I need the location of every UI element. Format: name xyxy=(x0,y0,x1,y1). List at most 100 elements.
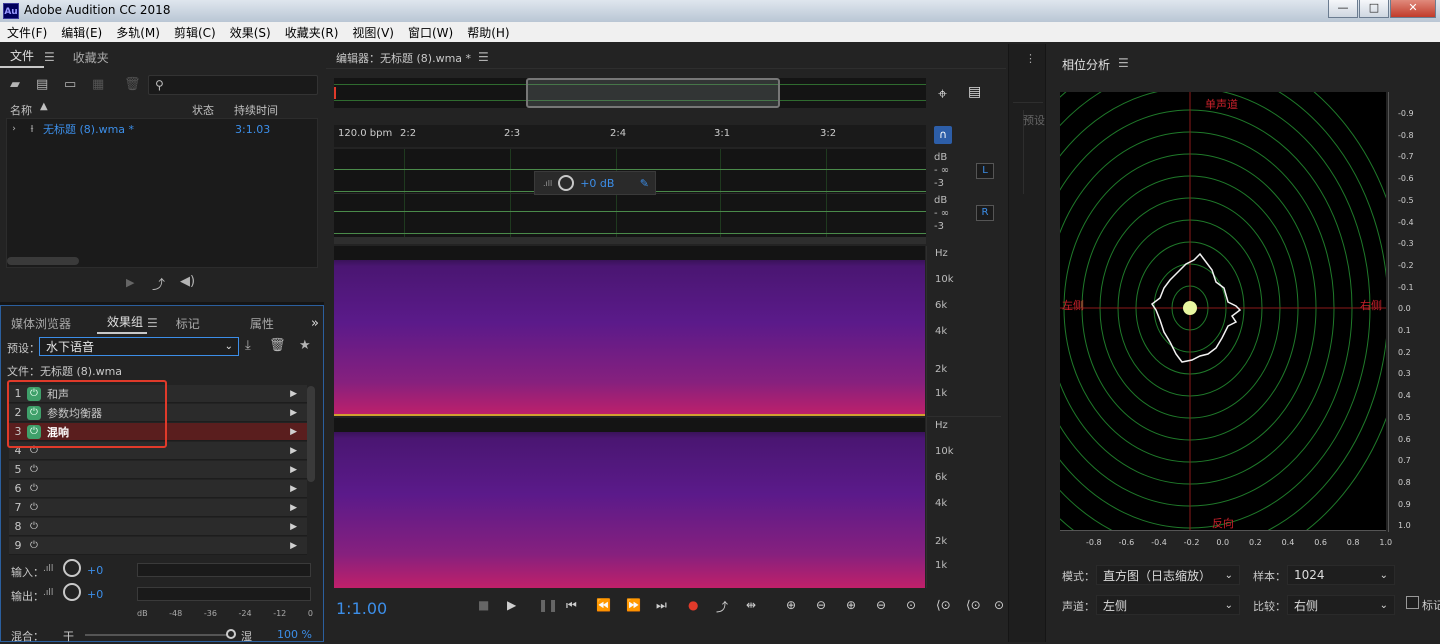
checkbox[interactable] xyxy=(1406,596,1419,609)
effects-menu-icon[interactable]: ☰ xyxy=(147,316,158,330)
tab-markers[interactable]: 标记 xyxy=(166,315,210,332)
column-name[interactable]: 名称 xyxy=(10,102,32,118)
skip-back-icon[interactable]: ⏮ xyxy=(566,598,577,613)
time-ruler[interactable]: 120.0 bpm 2:2 2:3 2:4 3:1 3:2 xyxy=(334,125,926,147)
save-preset-icon[interactable]: ⤓ xyxy=(245,338,251,353)
skip-selection-icon[interactable]: ⇹ xyxy=(746,598,756,612)
play-icon[interactable]: ▶ xyxy=(507,598,516,612)
samples-select[interactable]: 1024 ⌄ xyxy=(1287,565,1395,585)
loop-icon[interactable]: ⤴ xyxy=(716,598,728,615)
tab-media-browser[interactable]: 媒体浏览器 xyxy=(1,315,81,332)
input-knob[interactable] xyxy=(63,559,81,577)
channel-select[interactable]: 左侧 ⌄ xyxy=(1096,595,1240,615)
zoom-crosshair-icon[interactable]: ⌖ xyxy=(938,84,947,104)
autoplay-icon[interactable]: ◀) xyxy=(180,274,195,289)
import-icon[interactable]: ▤ xyxy=(36,77,48,92)
menu-favorites[interactable]: 收藏夹(R) xyxy=(278,24,346,41)
effect-slot[interactable]: 9 ⏻ ▶ xyxy=(9,537,307,555)
mode-select[interactable]: 直方图（日志缩放） ⌄ xyxy=(1096,565,1240,585)
list-item[interactable]: › ⫲ 无标题 (8).wma * 3:1.03 xyxy=(7,121,317,137)
new-file-icon[interactable]: ▭ xyxy=(64,77,76,92)
play-arrow-icon[interactable]: ▶ xyxy=(290,408,297,418)
play-arrow-icon[interactable]: ▶ xyxy=(290,465,297,475)
spectral-display-left[interactable] xyxy=(334,246,925,416)
zoom-out-amplitude-icon[interactable]: ⊖ xyxy=(816,598,826,612)
column-duration[interactable]: 持续时间 xyxy=(234,102,278,118)
right-channel-button[interactable]: R xyxy=(976,205,994,221)
waveform-spectrum-splitter[interactable] xyxy=(334,237,926,244)
power-icon[interactable]: ⏻ xyxy=(27,482,41,496)
effect-slot[interactable]: 5 ⏻ ▶ xyxy=(9,461,307,479)
overview-bar[interactable] xyxy=(334,78,926,108)
output-knob[interactable] xyxy=(63,583,81,601)
compare-select[interactable]: 右侧 ⌄ xyxy=(1287,595,1395,615)
panel-menu-icon[interactable]: ⋮ xyxy=(1025,52,1036,65)
gain-knob[interactable] xyxy=(558,175,575,191)
fast-forward-icon[interactable]: ⏩ xyxy=(626,598,641,612)
power-icon[interactable]: ⏻ xyxy=(27,501,41,515)
play-arrow-icon[interactable]: ▶ xyxy=(290,446,297,456)
phase-menu-icon[interactable]: ☰ xyxy=(1118,56,1129,70)
horizontal-scrollbar[interactable] xyxy=(7,257,79,265)
menu-clip[interactable]: 剪辑(C) xyxy=(167,24,223,41)
vertical-scrollbar[interactable] xyxy=(307,386,315,482)
pin-icon[interactable]: ✎ xyxy=(640,177,649,190)
close-button[interactable]: ✕ xyxy=(1390,0,1436,18)
loop-icon[interactable]: ⤴ xyxy=(152,274,165,293)
menu-effects[interactable]: 效果(S) xyxy=(223,24,278,41)
tab-favorites[interactable]: 收藏夹 xyxy=(63,49,119,66)
snap-icon[interactable]: ∩ xyxy=(934,126,952,144)
effect-slot[interactable]: 7 ⏻ ▶ xyxy=(9,499,307,517)
play-arrow-icon[interactable]: ▶ xyxy=(290,484,297,494)
zoom-full-icon[interactable]: ⊙ xyxy=(906,598,916,612)
left-channel-button[interactable]: L xyxy=(976,163,994,179)
play-arrow-icon[interactable]: ▶ xyxy=(290,522,297,532)
mix-slider-handle[interactable] xyxy=(226,629,236,639)
play-arrow-icon[interactable]: ▶ xyxy=(290,541,297,551)
tab-properties[interactable]: 属性 xyxy=(240,315,284,332)
zoom-in-time-icon[interactable]: ⊕ xyxy=(846,598,856,612)
power-icon[interactable]: ⏻ xyxy=(27,463,41,477)
expand-tabs-icon[interactable]: » xyxy=(311,316,319,331)
pause-icon[interactable]: ❚❚ xyxy=(538,598,558,612)
expand-icon[interactable]: › xyxy=(7,124,21,134)
rewind-icon[interactable]: ⏪ xyxy=(596,598,611,612)
play-icon[interactable]: ▶ xyxy=(126,276,134,289)
record-icon[interactable]: ● xyxy=(688,598,698,612)
menu-multitrack[interactable]: 多轨(M) xyxy=(109,24,167,41)
zoom-selection-icon[interactable]: ⟨⊙ xyxy=(936,598,951,612)
preset-select[interactable]: 水下语音 ⌄ xyxy=(39,337,239,356)
column-status[interactable]: 状态 xyxy=(192,102,214,118)
stop-icon[interactable]: ■ xyxy=(478,598,489,612)
effect-slot[interactable]: 6 ⏻ ▶ xyxy=(9,480,307,498)
current-time[interactable]: 1:1.00 xyxy=(336,599,387,618)
editor-menu-icon[interactable]: ☰ xyxy=(478,50,489,64)
hud-gain[interactable]: .ıll +0 dB ✎ xyxy=(534,171,656,195)
power-icon[interactable]: ⏻ xyxy=(27,520,41,534)
play-arrow-icon[interactable]: ▶ xyxy=(290,389,297,399)
search-input[interactable]: ⚲ xyxy=(148,75,318,95)
play-arrow-icon[interactable]: ▶ xyxy=(290,503,297,513)
mix-slider[interactable] xyxy=(85,634,233,636)
menu-edit[interactable]: 编辑(E) xyxy=(54,24,109,41)
menu-help[interactable]: 帮助(H) xyxy=(460,24,516,41)
play-arrow-icon[interactable]: ▶ xyxy=(290,427,297,437)
tab-effects-rack[interactable]: 效果组 xyxy=(97,313,148,334)
view-toggle-icon[interactable]: ▤ xyxy=(968,84,981,100)
delete-icon[interactable]: 🗑 xyxy=(124,77,141,92)
delete-preset-icon[interactable]: 🗑 xyxy=(269,338,286,353)
zoom-right-icon[interactable]: ⊙ xyxy=(994,598,1004,612)
insert-icon[interactable]: ▦ xyxy=(92,77,104,92)
maximize-button[interactable]: □ xyxy=(1359,0,1389,18)
skip-forward-icon[interactable]: ⏭ xyxy=(656,598,667,613)
zoom-left-icon[interactable]: ⟨⊙ xyxy=(966,598,981,612)
menu-file[interactable]: 文件(F) xyxy=(0,24,54,41)
overview-viewport[interactable] xyxy=(526,78,780,108)
menu-window[interactable]: 窗口(W) xyxy=(401,24,460,41)
minimize-button[interactable]: — xyxy=(1328,0,1358,18)
open-folder-icon[interactable]: ▰ xyxy=(10,77,20,92)
waveform-area[interactable]: .ıll +0 dB ✎ xyxy=(334,149,926,237)
zoom-in-amplitude-icon[interactable]: ⊕ xyxy=(786,598,796,612)
spectral-display-right[interactable] xyxy=(334,418,925,588)
favorite-star-icon[interactable]: ★ xyxy=(299,338,311,353)
